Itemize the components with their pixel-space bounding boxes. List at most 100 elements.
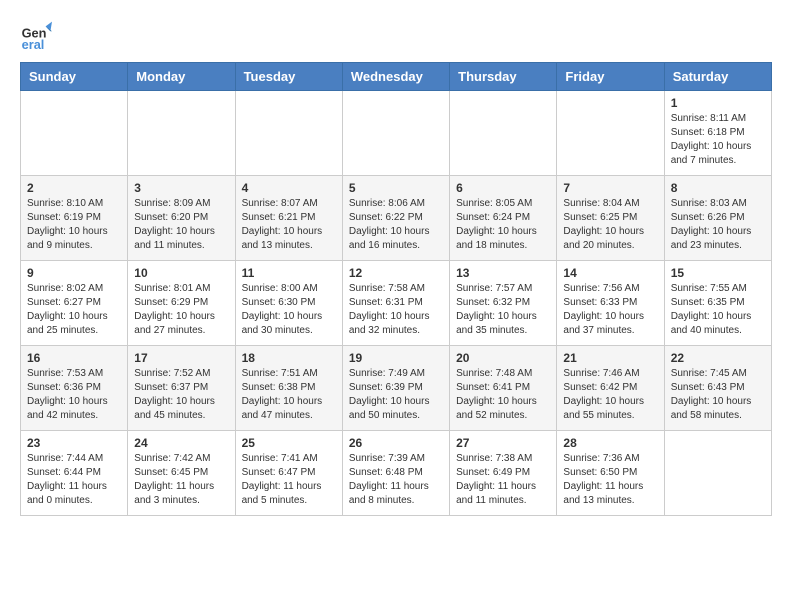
day-number: 2 xyxy=(27,181,121,195)
day-number: 23 xyxy=(27,436,121,450)
day-info: Sunrise: 8:01 AM Sunset: 6:29 PM Dayligh… xyxy=(134,282,228,338)
day-header-friday: Friday xyxy=(557,63,664,91)
day-number: 17 xyxy=(134,351,228,365)
day-number: 21 xyxy=(563,351,657,365)
calendar-week-row: 1Sunrise: 8:11 AM Sunset: 6:18 PM Daylig… xyxy=(21,91,772,176)
calendar-cell: 11 Sunrise: 8:00 AM Sunset: 6:30 PM Dayli… xyxy=(235,261,342,346)
calendar-cell: 18 Sunrise: 7:51 AM Sunset: 6:38 PM Dayli… xyxy=(235,346,342,431)
calendar-cell: 21 Sunrise: 7:46 AM Sunset: 6:42 PM Dayli… xyxy=(557,346,664,431)
calendar-cell: 1Sunrise: 8:11 AM Sunset: 6:18 PM Daylig… xyxy=(664,91,771,176)
calendar-cell xyxy=(128,91,235,176)
day-number: 18 xyxy=(242,351,336,365)
day-info: Sunrise: 7:39 AM Sunset: 6:48 PM Dayligh… xyxy=(349,452,443,508)
calendar-cell: 16 Sunrise: 7:53 AM Sunset: 6:36 PM Dayli… xyxy=(21,346,128,431)
calendar-cell xyxy=(342,91,449,176)
day-header-sunday: Sunday xyxy=(21,63,128,91)
day-info: Sunrise: 7:53 AM Sunset: 6:36 PM Dayligh… xyxy=(27,367,121,423)
calendar-week-row: 23 Sunrise: 7:44 AM Sunset: 6:44 PM Dayli… xyxy=(21,431,772,516)
day-info: Sunrise: 8:00 AM Sunset: 6:30 PM Dayligh… xyxy=(242,282,336,338)
day-number: 3 xyxy=(134,181,228,195)
calendar-cell: 3 Sunrise: 8:09 AM Sunset: 6:20 PM Daylig… xyxy=(128,176,235,261)
day-number: 27 xyxy=(456,436,550,450)
calendar-cell xyxy=(664,431,771,516)
day-number: 14 xyxy=(563,266,657,280)
day-info: Sunrise: 7:44 AM Sunset: 6:44 PM Dayligh… xyxy=(27,452,121,508)
day-header-thursday: Thursday xyxy=(450,63,557,91)
day-info: Sunrise: 7:38 AM Sunset: 6:49 PM Dayligh… xyxy=(456,452,550,508)
day-number: 22 xyxy=(671,351,765,365)
day-number: 15 xyxy=(671,266,765,280)
day-header-monday: Monday xyxy=(128,63,235,91)
day-number: 7 xyxy=(563,181,657,195)
day-number: 26 xyxy=(349,436,443,450)
calendar-header-row: SundayMondayTuesdayWednesdayThursdayFrid… xyxy=(21,63,772,91)
day-info: Sunrise: 7:51 AM Sunset: 6:38 PM Dayligh… xyxy=(242,367,336,423)
calendar-cell: 8 Sunrise: 8:03 AM Sunset: 6:26 PM Daylig… xyxy=(664,176,771,261)
day-info: Sunrise: 8:06 AM Sunset: 6:22 PM Dayligh… xyxy=(349,197,443,253)
calendar-cell: 20Sunrise: 7:48 AM Sunset: 6:41 PM Dayli… xyxy=(450,346,557,431)
day-info: Sunrise: 7:45 AM Sunset: 6:43 PM Dayligh… xyxy=(671,367,765,423)
day-info: Sunrise: 7:52 AM Sunset: 6:37 PM Dayligh… xyxy=(134,367,228,423)
day-info: Sunrise: 7:41 AM Sunset: 6:47 PM Dayligh… xyxy=(242,452,336,508)
day-number: 24 xyxy=(134,436,228,450)
calendar-week-row: 2 Sunrise: 8:10 AM Sunset: 6:19 PM Daylig… xyxy=(21,176,772,261)
calendar-cell: 2 Sunrise: 8:10 AM Sunset: 6:19 PM Daylig… xyxy=(21,176,128,261)
day-info: Sunrise: 7:58 AM Sunset: 6:31 PM Dayligh… xyxy=(349,282,443,338)
calendar-cell: 14 Sunrise: 7:56 AM Sunset: 6:33 PM Dayli… xyxy=(557,261,664,346)
calendar-cell xyxy=(235,91,342,176)
day-info: Sunrise: 8:05 AM Sunset: 6:24 PM Dayligh… xyxy=(456,197,550,253)
day-number: 5 xyxy=(349,181,443,195)
day-header-tuesday: Tuesday xyxy=(235,63,342,91)
calendar-cell: 5 Sunrise: 8:06 AM Sunset: 6:22 PM Daylig… xyxy=(342,176,449,261)
calendar-cell: 19 Sunrise: 7:49 AM Sunset: 6:39 PM Dayli… xyxy=(342,346,449,431)
calendar-cell: 13Sunrise: 7:57 AM Sunset: 6:32 PM Dayli… xyxy=(450,261,557,346)
day-info: Sunrise: 7:42 AM Sunset: 6:45 PM Dayligh… xyxy=(134,452,228,508)
day-info: Sunrise: 8:03 AM Sunset: 6:26 PM Dayligh… xyxy=(671,197,765,253)
calendar-week-row: 16 Sunrise: 7:53 AM Sunset: 6:36 PM Dayli… xyxy=(21,346,772,431)
calendar-cell: 7 Sunrise: 8:04 AM Sunset: 6:25 PM Daylig… xyxy=(557,176,664,261)
calendar-cell: 9 Sunrise: 8:02 AM Sunset: 6:27 PM Daylig… xyxy=(21,261,128,346)
day-info: Sunrise: 8:11 AM Sunset: 6:18 PM Dayligh… xyxy=(671,112,765,168)
day-number: 10 xyxy=(134,266,228,280)
logo-icon: Gen eral xyxy=(20,20,52,52)
day-info: Sunrise: 7:57 AM Sunset: 6:32 PM Dayligh… xyxy=(456,282,550,338)
day-number: 9 xyxy=(27,266,121,280)
calendar-cell xyxy=(21,91,128,176)
calendar-cell: 27 Sunrise: 7:38 AM Sunset: 6:49 PM Dayli… xyxy=(450,431,557,516)
calendar-cell: 24 Sunrise: 7:42 AM Sunset: 6:45 PM Dayli… xyxy=(128,431,235,516)
day-number: 12 xyxy=(349,266,443,280)
day-info: Sunrise: 7:49 AM Sunset: 6:39 PM Dayligh… xyxy=(349,367,443,423)
calendar-week-row: 9 Sunrise: 8:02 AM Sunset: 6:27 PM Daylig… xyxy=(21,261,772,346)
day-info: Sunrise: 7:46 AM Sunset: 6:42 PM Dayligh… xyxy=(563,367,657,423)
calendar-cell: 22 Sunrise: 7:45 AM Sunset: 6:43 PM Dayli… xyxy=(664,346,771,431)
calendar-cell: 23 Sunrise: 7:44 AM Sunset: 6:44 PM Dayli… xyxy=(21,431,128,516)
day-info: Sunrise: 8:02 AM Sunset: 6:27 PM Dayligh… xyxy=(27,282,121,338)
day-info: Sunrise: 7:36 AM Sunset: 6:50 PM Dayligh… xyxy=(563,452,657,508)
logo: Gen eral xyxy=(20,20,56,52)
day-info: Sunrise: 7:55 AM Sunset: 6:35 PM Dayligh… xyxy=(671,282,765,338)
svg-text:eral: eral xyxy=(22,37,45,52)
calendar-cell: 10 Sunrise: 8:01 AM Sunset: 6:29 PM Dayli… xyxy=(128,261,235,346)
day-info: Sunrise: 7:56 AM Sunset: 6:33 PM Dayligh… xyxy=(563,282,657,338)
calendar-table: SundayMondayTuesdayWednesdayThursdayFrid… xyxy=(20,62,772,516)
day-number: 19 xyxy=(349,351,443,365)
day-info: Sunrise: 7:48 AM Sunset: 6:41 PM Dayligh… xyxy=(456,367,550,423)
calendar-cell xyxy=(557,91,664,176)
calendar-cell: 4Sunrise: 8:07 AM Sunset: 6:21 PM Daylig… xyxy=(235,176,342,261)
calendar-cell: 6 Sunrise: 8:05 AM Sunset: 6:24 PM Daylig… xyxy=(450,176,557,261)
day-number: 25 xyxy=(242,436,336,450)
calendar-cell: 15 Sunrise: 7:55 AM Sunset: 6:35 PM Dayli… xyxy=(664,261,771,346)
day-number: 11 xyxy=(242,266,336,280)
day-number: 8 xyxy=(671,181,765,195)
day-number: 16 xyxy=(27,351,121,365)
day-info: Sunrise: 8:04 AM Sunset: 6:25 PM Dayligh… xyxy=(563,197,657,253)
calendar-cell: 28 Sunrise: 7:36 AM Sunset: 6:50 PM Dayli… xyxy=(557,431,664,516)
day-number: 4 xyxy=(242,181,336,195)
day-number: 28 xyxy=(563,436,657,450)
calendar-cell: 17 Sunrise: 7:52 AM Sunset: 6:37 PM Dayli… xyxy=(128,346,235,431)
day-info: Sunrise: 8:10 AM Sunset: 6:19 PM Dayligh… xyxy=(27,197,121,253)
day-info: Sunrise: 8:09 AM Sunset: 6:20 PM Dayligh… xyxy=(134,197,228,253)
day-number: 6 xyxy=(456,181,550,195)
day-header-wednesday: Wednesday xyxy=(342,63,449,91)
calendar-cell: 12 Sunrise: 7:58 AM Sunset: 6:31 PM Dayli… xyxy=(342,261,449,346)
